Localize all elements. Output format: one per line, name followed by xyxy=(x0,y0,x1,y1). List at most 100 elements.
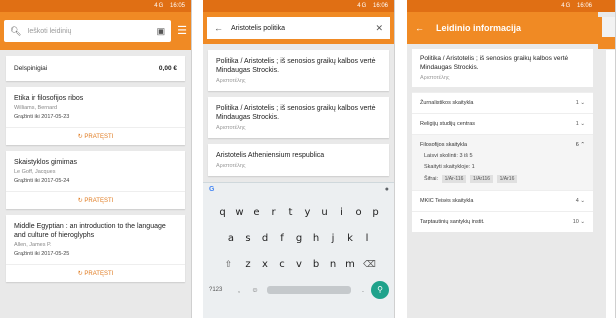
app-bar xyxy=(598,17,615,49)
search-bar[interactable]: ← Aristotelis politika ✕ xyxy=(207,17,390,39)
search-result[interactable]: Aristotelis Atheniensium respublica Αρισ… xyxy=(208,144,389,176)
call-numbers-label: Šifrai: xyxy=(424,176,439,182)
keyboard-row-4: ?123 , ☺ . ⚲ xyxy=(203,281,394,299)
holding-name: Filosofijos skaitykla xyxy=(420,142,468,148)
holding-row[interactable]: Žurnalistikos skaitykla 1 ⌄ xyxy=(412,92,593,113)
due-date: Grąžinti iki 2017-05-24 xyxy=(14,178,70,184)
key-k[interactable]: k xyxy=(342,229,359,249)
soft-keyboard: G ● qwertyuiop asdfghjkl ⇧ z x c v b n m ⌫ ?123 … xyxy=(203,182,394,318)
key-i[interactable]: i xyxy=(333,203,350,223)
key-123[interactable]: ?123 xyxy=(209,287,231,293)
status-time: 16:06 xyxy=(372,3,388,9)
renew-label: PRATĘSTI xyxy=(84,271,114,277)
book-author: Le Goff, Jacques xyxy=(14,169,56,175)
reading-room-text: Skaityti skaitykloje: 1 xyxy=(424,164,475,170)
key-m[interactable]: m xyxy=(342,255,359,275)
status-bar: 4G 16:06 xyxy=(203,0,394,12)
key-b[interactable]: b xyxy=(308,255,325,275)
microphone-icon[interactable]: ● xyxy=(385,186,389,194)
backspace-key-icon[interactable]: ⌫ xyxy=(359,255,381,275)
key-f[interactable]: f xyxy=(274,229,291,249)
key-h[interactable]: h xyxy=(308,229,325,249)
book-title[interactable]: Etika ir filosofijos ribos xyxy=(14,94,177,103)
app-bar: ← Leidinio informacija xyxy=(407,12,598,44)
app-bar: 🔍︎ Ieškoti leidinių ▣ ☰ xyxy=(0,12,191,50)
book-title[interactable]: Middle Egyptian : an introduction to the… xyxy=(14,222,177,240)
record-detail: Politika / Aristotelis ; iš senosios gra… xyxy=(412,49,593,87)
back-arrow-icon[interactable]: ← xyxy=(415,23,424,33)
screen-loans: 4G 16:05 🔍︎ Ieškoti leidinių ▣ ☰ Delspin… xyxy=(0,0,192,318)
loan-item: Middle Egyptian : an introduction to the… xyxy=(6,215,185,282)
keyboard-row-1: qwertyuiop xyxy=(203,203,394,223)
key-x[interactable]: x xyxy=(257,255,274,275)
key-a[interactable]: a xyxy=(223,229,240,249)
fines-card: Delspinigiai 0,00 € xyxy=(6,56,185,81)
keyboard-row-2: asdfghjkl xyxy=(203,229,394,249)
key-l[interactable]: l xyxy=(359,229,376,249)
holding-row[interactable]: Religijų studijų centras 1 ⌄ xyxy=(412,113,593,134)
screen-item-info: 4G 16:06 ← Leidinio informacija Politika… xyxy=(407,0,599,318)
page-title: Leidinio informacija xyxy=(436,23,522,33)
call-numbers: Šifrai: 1/Ar-116 1/Ar116 1/Ar16 xyxy=(420,175,585,183)
renew-button[interactable]: ↻ PRATĘSTI xyxy=(6,264,185,282)
status-bar: 4G 16:05 xyxy=(0,0,191,12)
search-input[interactable]: Aristotelis politika xyxy=(231,25,375,32)
result-title: Aristotelis Atheniensium respublica xyxy=(216,152,325,159)
search-input[interactable]: Ieškoti leidinių xyxy=(27,28,156,35)
key-y[interactable]: y xyxy=(299,203,316,223)
camera-icon[interactable]: ▣ xyxy=(157,26,166,36)
key-e[interactable]: e xyxy=(248,203,265,223)
emoji-icon[interactable]: ☺ xyxy=(247,287,263,294)
holding-row-expanded[interactable]: Filosofijos skaitykla 6 ⌃ Laisvi skolint… xyxy=(412,134,593,190)
key-r[interactable]: r xyxy=(265,203,282,223)
shift-key-icon[interactable]: ⇧ xyxy=(218,255,240,275)
record-author-greek: Αριστοτέλης xyxy=(420,75,450,81)
keyboard-row-3: ⇧ z x c v b n m ⌫ xyxy=(203,255,394,275)
search-icon: 🔍︎ xyxy=(10,25,22,36)
holding-row[interactable]: MKIC Teisės skaitykla 4 ⌄ xyxy=(412,190,593,211)
key-t[interactable]: t xyxy=(282,203,299,223)
key-o[interactable]: o xyxy=(350,203,367,223)
key-s[interactable]: s xyxy=(240,229,257,249)
screen-partial xyxy=(598,0,616,318)
key-q[interactable]: q xyxy=(214,203,231,223)
chevron-up-icon: ⌃ xyxy=(580,142,585,148)
key-w[interactable]: w xyxy=(231,203,248,223)
renew-label: PRATĘSTI xyxy=(84,134,114,140)
key-n[interactable]: n xyxy=(325,255,342,275)
key-z[interactable]: z xyxy=(240,255,257,275)
key-v[interactable]: v xyxy=(291,255,308,275)
search-result[interactable]: Politika / Aristotelis ; iš senosios gra… xyxy=(208,50,389,91)
key-g[interactable]: g xyxy=(291,229,308,249)
key-period[interactable]: . xyxy=(355,287,371,294)
holding-row[interactable]: Tarptautinių santykių instit. 10 ⌄ xyxy=(412,211,593,232)
key-c[interactable]: c xyxy=(274,255,291,275)
close-icon[interactable]: ✕ xyxy=(375,23,383,33)
search-box[interactable] xyxy=(602,17,615,37)
holding-count: 1 xyxy=(575,100,579,106)
google-g-icon[interactable]: G xyxy=(209,186,214,194)
holdings-list: Žurnalistikos skaitykla 1 ⌄ Religijų stu… xyxy=(412,92,593,232)
availability-text: Laisvi skolinti: 3 iš 5 xyxy=(424,153,473,159)
search-key-icon[interactable]: ⚲ xyxy=(371,281,389,299)
key-space[interactable] xyxy=(267,286,351,294)
renew-button[interactable]: ↻ PRATĘSTI xyxy=(6,191,185,209)
key-u[interactable]: u xyxy=(316,203,333,223)
key-p[interactable]: p xyxy=(367,203,384,223)
holding-name: Žurnalistikos skaitykla xyxy=(420,100,474,106)
back-arrow-icon[interactable]: ← xyxy=(214,23,223,33)
holding-count: 1 xyxy=(575,121,579,127)
search-result[interactable]: Politika / Aristotelis ; iš senosios gra… xyxy=(208,97,389,138)
result-title: Politika / Aristotelis ; iš senosios gra… xyxy=(216,105,376,121)
key-d[interactable]: d xyxy=(257,229,274,249)
key-j[interactable]: j xyxy=(325,229,342,249)
filter-icon[interactable]: ☰ xyxy=(177,25,187,37)
key-comma[interactable]: , xyxy=(231,287,247,294)
chevron-down-icon: ⌄ xyxy=(580,100,585,106)
search-box[interactable]: 🔍︎ Ieškoti leidinių ▣ xyxy=(4,20,172,42)
renew-button[interactable]: ↻ PRATĘSTI xyxy=(6,127,185,145)
chevron-down-icon: ⌄ xyxy=(580,198,585,204)
status-time: 16:05 xyxy=(169,3,185,9)
holding-name: Tarptautinių santykių instit. xyxy=(420,219,485,225)
book-title[interactable]: Skaistyklos gimimas xyxy=(14,158,177,167)
